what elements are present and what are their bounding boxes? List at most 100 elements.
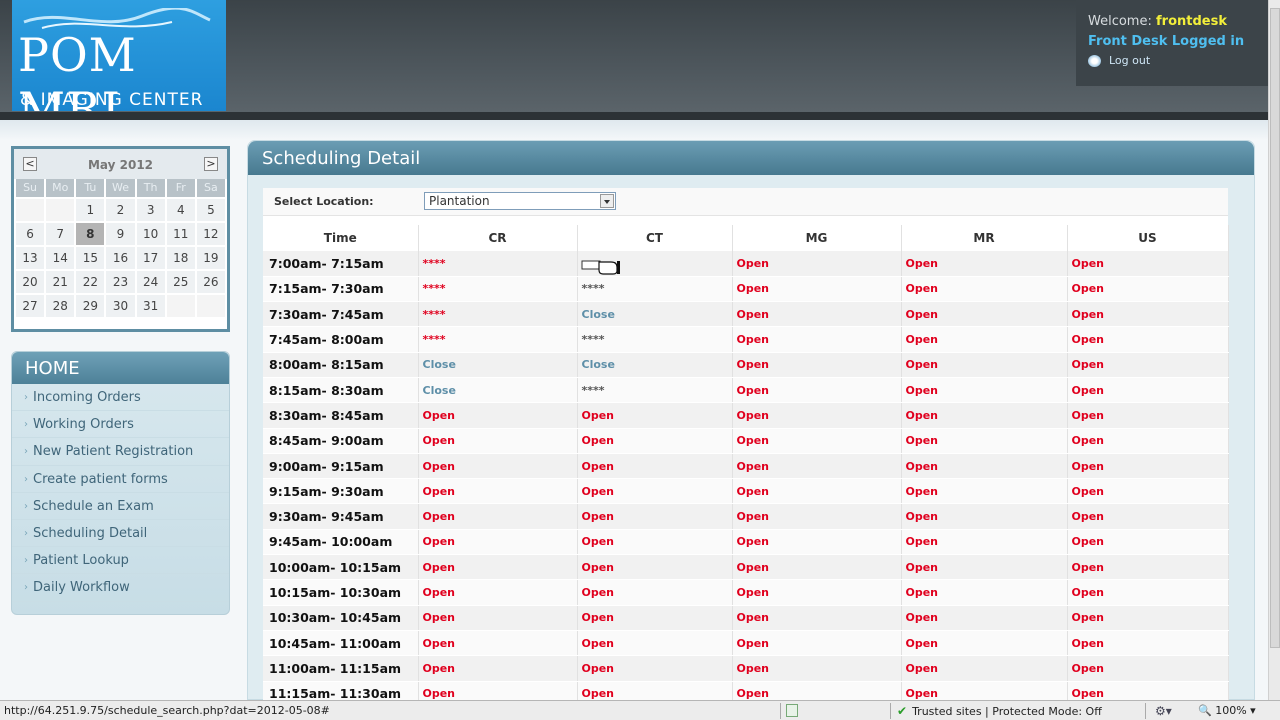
open-slot-link[interactable]: Open xyxy=(423,662,456,675)
schedule-cell[interactable]: Open xyxy=(1067,352,1229,378)
open-slot-link[interactable]: Open xyxy=(582,409,615,422)
open-slot-link[interactable]: Open xyxy=(582,434,615,447)
open-slot-link[interactable]: Open xyxy=(737,687,770,700)
schedule-cell[interactable]: Open xyxy=(577,478,733,505)
open-slot-link[interactable]: Open xyxy=(737,586,770,599)
booked-slot[interactable]: **** xyxy=(423,333,446,346)
schedule-cell[interactable]: **** xyxy=(418,326,578,353)
schedule-cell[interactable]: Open xyxy=(577,402,733,429)
open-slot-link[interactable]: Open xyxy=(1072,637,1105,650)
open-slot-link[interactable]: Open xyxy=(737,510,770,523)
calendar-day[interactable]: 18 xyxy=(166,247,195,269)
open-slot-link[interactable]: Open xyxy=(737,257,770,270)
schedule-cell[interactable]: Open xyxy=(1067,554,1229,581)
open-slot-link[interactable]: Open xyxy=(737,308,770,321)
open-slot-link[interactable]: Open xyxy=(906,333,939,346)
schedule-cell[interactable]: Open xyxy=(418,579,578,606)
open-slot-link[interactable]: Open xyxy=(737,358,770,371)
scrollbar-thumb[interactable] xyxy=(1270,8,1280,648)
schedule-cell[interactable]: Open xyxy=(901,326,1068,353)
open-slot-link[interactable]: Open xyxy=(1072,485,1105,498)
calendar-day[interactable]: 13 xyxy=(16,247,45,269)
open-slot-link[interactable]: Open xyxy=(423,687,456,700)
schedule-cell[interactable]: Open xyxy=(418,453,578,480)
calendar-day[interactable]: 10 xyxy=(136,223,165,245)
menu-item-patient-lookup[interactable]: Patient Lookup xyxy=(12,547,229,575)
open-slot-link[interactable]: Open xyxy=(737,662,770,675)
open-slot-link[interactable]: Open xyxy=(1072,282,1105,295)
schedule-cell[interactable]: Open xyxy=(732,377,902,404)
open-slot-link[interactable]: Open xyxy=(906,687,939,700)
page-scrollbar[interactable] xyxy=(1268,0,1280,700)
open-slot-link[interactable]: Open xyxy=(906,561,939,574)
schedule-cell[interactable]: Open xyxy=(901,605,1068,631)
schedule-cell[interactable]: Close xyxy=(577,352,733,378)
open-slot-link[interactable]: Open xyxy=(906,384,939,397)
open-slot-link[interactable]: Open xyxy=(906,257,939,270)
open-slot-link[interactable]: Open xyxy=(423,586,456,599)
schedule-cell[interactable]: Close xyxy=(418,352,578,378)
open-slot-link[interactable]: Open xyxy=(582,687,615,700)
schedule-cell[interactable]: Open xyxy=(732,251,902,277)
schedule-cell[interactable]: Open xyxy=(1067,276,1229,303)
schedule-cell[interactable]: Open xyxy=(901,503,1068,530)
calendar-day[interactable]: 3 xyxy=(136,199,165,221)
schedule-cell[interactable]: Open xyxy=(1067,428,1229,454)
open-slot-link[interactable]: Open xyxy=(423,460,456,473)
open-slot-link[interactable]: Open xyxy=(582,611,615,624)
calendar-day[interactable]: 31 xyxy=(136,295,165,317)
open-slot-link[interactable]: Open xyxy=(1072,409,1105,422)
booked-slot[interactable]: **** xyxy=(582,333,605,346)
schedule-cell[interactable]: Open xyxy=(901,402,1068,429)
schedule-cell[interactable]: Open xyxy=(901,377,1068,404)
schedule-cell[interactable]: Open xyxy=(732,630,902,657)
schedule-cell[interactable]: Open xyxy=(732,352,902,378)
open-slot-link[interactable]: Open xyxy=(737,561,770,574)
calendar-day[interactable]: 30 xyxy=(106,295,135,317)
open-slot-link[interactable]: Open xyxy=(423,611,456,624)
booked-slot[interactable]: **** xyxy=(423,308,446,321)
schedule-cell[interactable]: Open xyxy=(577,605,733,631)
schedule-cell[interactable]: Open xyxy=(418,529,578,556)
open-slot-link[interactable]: Open xyxy=(737,409,770,422)
close-slot-link[interactable]: Close xyxy=(423,384,456,397)
calendar-day[interactable]: 12 xyxy=(196,223,225,245)
open-slot-link[interactable]: Open xyxy=(1072,510,1105,523)
schedule-cell[interactable]: Open xyxy=(732,579,902,606)
schedule-cell[interactable]: Close xyxy=(418,377,578,404)
schedule-cell[interactable]: Open xyxy=(732,529,902,556)
open-slot-link[interactable]: Open xyxy=(737,611,770,624)
open-slot-link[interactable]: Open xyxy=(1072,308,1105,321)
schedule-cell[interactable]: **** xyxy=(577,377,733,404)
open-slot-link[interactable]: Open xyxy=(906,611,939,624)
schedule-cell[interactable]: Open xyxy=(1067,326,1229,353)
schedule-cell[interactable]: Open xyxy=(732,554,902,581)
open-slot-link[interactable]: Open xyxy=(737,460,770,473)
schedule-cell[interactable]: Open xyxy=(577,529,733,556)
schedule-cell[interactable]: Open xyxy=(901,630,1068,657)
open-slot-link[interactable]: Open xyxy=(906,637,939,650)
schedule-cell[interactable]: Open xyxy=(732,428,902,454)
booked-slot[interactable]: **** xyxy=(582,384,605,397)
schedule-cell[interactable]: Open xyxy=(418,478,578,505)
open-slot-link[interactable]: Open xyxy=(737,434,770,447)
schedule-cell[interactable]: **** xyxy=(418,276,578,303)
schedule-cell[interactable]: Open xyxy=(1067,605,1229,631)
gear-icon[interactable]: ⚙▾ xyxy=(1155,704,1172,718)
close-slot-link[interactable]: Close xyxy=(582,308,615,321)
open-slot-link[interactable]: Open xyxy=(737,485,770,498)
open-slot-link[interactable]: Open xyxy=(582,662,615,675)
schedule-cell[interactable]: Open xyxy=(577,630,733,657)
schedule-cell[interactable]: Open xyxy=(1067,453,1229,480)
zoom-level[interactable]: 🔍 100% ▾ xyxy=(1198,704,1256,717)
calendar-day[interactable]: 14 xyxy=(46,247,75,269)
schedule-cell[interactable]: Open xyxy=(1067,579,1229,606)
open-slot-link[interactable]: Open xyxy=(423,485,456,498)
schedule-cell[interactable]: Open xyxy=(732,503,902,530)
open-slot-link[interactable]: Open xyxy=(423,561,456,574)
calendar-day[interactable]: 24 xyxy=(136,271,165,293)
open-slot-link[interactable]: Open xyxy=(906,409,939,422)
schedule-cell[interactable]: Open xyxy=(1067,402,1229,429)
open-slot-link[interactable]: Open xyxy=(906,358,939,371)
open-slot-link[interactable]: Open xyxy=(423,434,456,447)
